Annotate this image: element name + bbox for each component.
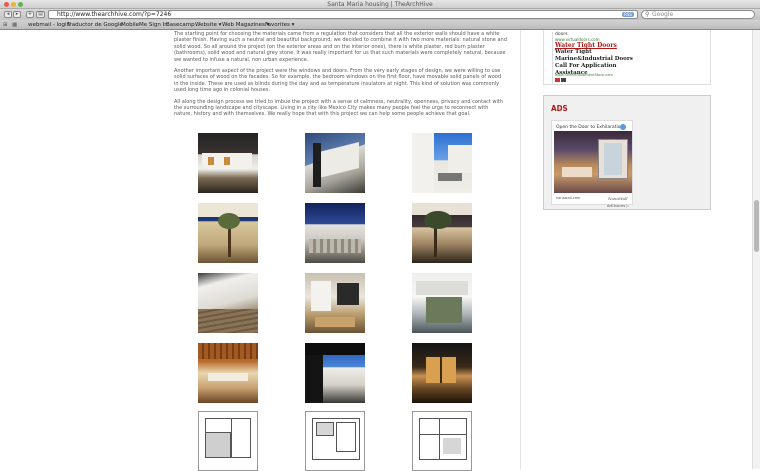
stone-wall-photo[interactable] — [305, 203, 365, 263]
topsites-icon[interactable]: ▦ — [12, 21, 17, 29]
reader-button[interactable]: ▤ — [36, 11, 45, 18]
forward-arrow-icon: ▸ — [15, 11, 19, 17]
article-paragraph: Another important aspect of the project … — [174, 68, 502, 94]
interior-stair-photo[interactable] — [305, 273, 365, 333]
floor-plan-2[interactable] — [305, 411, 365, 471]
article-paragraph: The starting point for choosing the mate… — [174, 31, 507, 63]
deck-shadow-photo[interactable] — [198, 273, 258, 333]
floor-plan-3[interactable] — [412, 411, 472, 471]
plus-icon: + — [27, 11, 33, 17]
night-window-photo[interactable] — [412, 343, 472, 403]
adchoices-label[interactable]: AdChoices ▷ — [607, 204, 629, 208]
image-ad-photo[interactable] — [554, 131, 632, 193]
exterior-dusk-photo[interactable] — [198, 133, 258, 193]
bookmark-web-magazines[interactable]: Web Magazines ▾ — [222, 21, 269, 29]
overhang-sky-photo[interactable] — [305, 343, 365, 403]
courtyard-blue-photo[interactable] — [412, 133, 472, 193]
facade-perspective-photo[interactable] — [305, 133, 365, 193]
ad-headline[interactable]: Water Tight Doors — [555, 42, 617, 49]
ad-url[interactable]: www.ShearEquipmentStore.com — [555, 73, 613, 77]
window-titlebar: Santa Maria housing | TheArchHive — [0, 0, 760, 9]
forward-button[interactable]: ▸ — [13, 11, 21, 18]
ads-heading: ADS — [551, 104, 568, 113]
white-frame-photo[interactable] — [412, 273, 472, 333]
sidebar-ads-box: ADS Open the Door to Exhilaratio nanawal… — [543, 95, 711, 210]
image-ad-footer-right: NanaWall — [608, 196, 628, 201]
url-text: http://www.thearchhive.com/?p=7246 — [57, 11, 172, 18]
search-placeholder: Google — [652, 11, 674, 18]
bookmark-favorites[interactable]: Favorites ▾ — [265, 21, 294, 29]
tree-patio-photo[interactable] — [198, 203, 258, 263]
floor-plan-1[interactable] — [198, 411, 258, 471]
back-arrow-icon: ◂ — [6, 11, 10, 17]
window-title: Santa Maria housing | TheArchHive — [327, 1, 433, 8]
back-button[interactable]: ◂ — [4, 11, 12, 18]
sidebar-text-ad[interactable]: doors www.virtualdoors.com Water Tight D… — [543, 30, 711, 85]
twilight-tree-photo[interactable] — [412, 203, 472, 263]
bookmark-traductor[interactable]: Traductor de Google — [67, 21, 123, 29]
bookmarks-bar: ⊞ ▦ webmail - login Traductor de Google … — [0, 20, 760, 30]
rss-button[interactable]: RSS — [622, 12, 634, 17]
adchoices-info-icon[interactable] — [620, 124, 626, 130]
browser-toolbar: ◂ ▸ + ▤ http://www.thearchhive.com/?p=72… — [0, 9, 760, 20]
search-icon: ⚲ — [645, 11, 650, 18]
bookmark-website[interactable]: Website ▾ — [195, 21, 221, 29]
ad-next-icon[interactable] — [561, 78, 566, 82]
reader-icon: ▤ — [38, 11, 43, 17]
bookmark-basecamp[interactable]: Basecamp — [166, 21, 195, 29]
article-body: The starting point for choosing the mate… — [174, 31, 507, 123]
image-ad[interactable]: Open the Door to Exhilaratio nanawall.co… — [551, 120, 633, 205]
bookmark-mobileme[interactable]: MobileMe Sign In — [121, 21, 168, 29]
search-field[interactable]: ⚲ Google — [641, 10, 755, 19]
wood-ceiling-photo[interactable] — [198, 343, 258, 403]
scrollbar-thumb[interactable] — [754, 200, 759, 252]
bookmark-webmail[interactable]: webmail - login — [28, 21, 70, 29]
ad-prev-icon[interactable] — [555, 78, 560, 82]
page-scrollbar[interactable] — [752, 30, 760, 469]
column-divider — [520, 30, 521, 469]
article-paragraph: All along the design process we tried to… — [174, 98, 504, 118]
address-bar[interactable]: http://www.thearchhive.com/?p=7246 RSS — [48, 10, 638, 19]
image-ad-footer-left: nanawall.com — [556, 196, 581, 200]
bookmarks-icon[interactable]: ⊞ — [3, 21, 8, 29]
add-bookmark-button[interactable]: + — [26, 11, 34, 18]
image-ad-headline: Open the Door to Exhilaratio — [556, 125, 621, 130]
